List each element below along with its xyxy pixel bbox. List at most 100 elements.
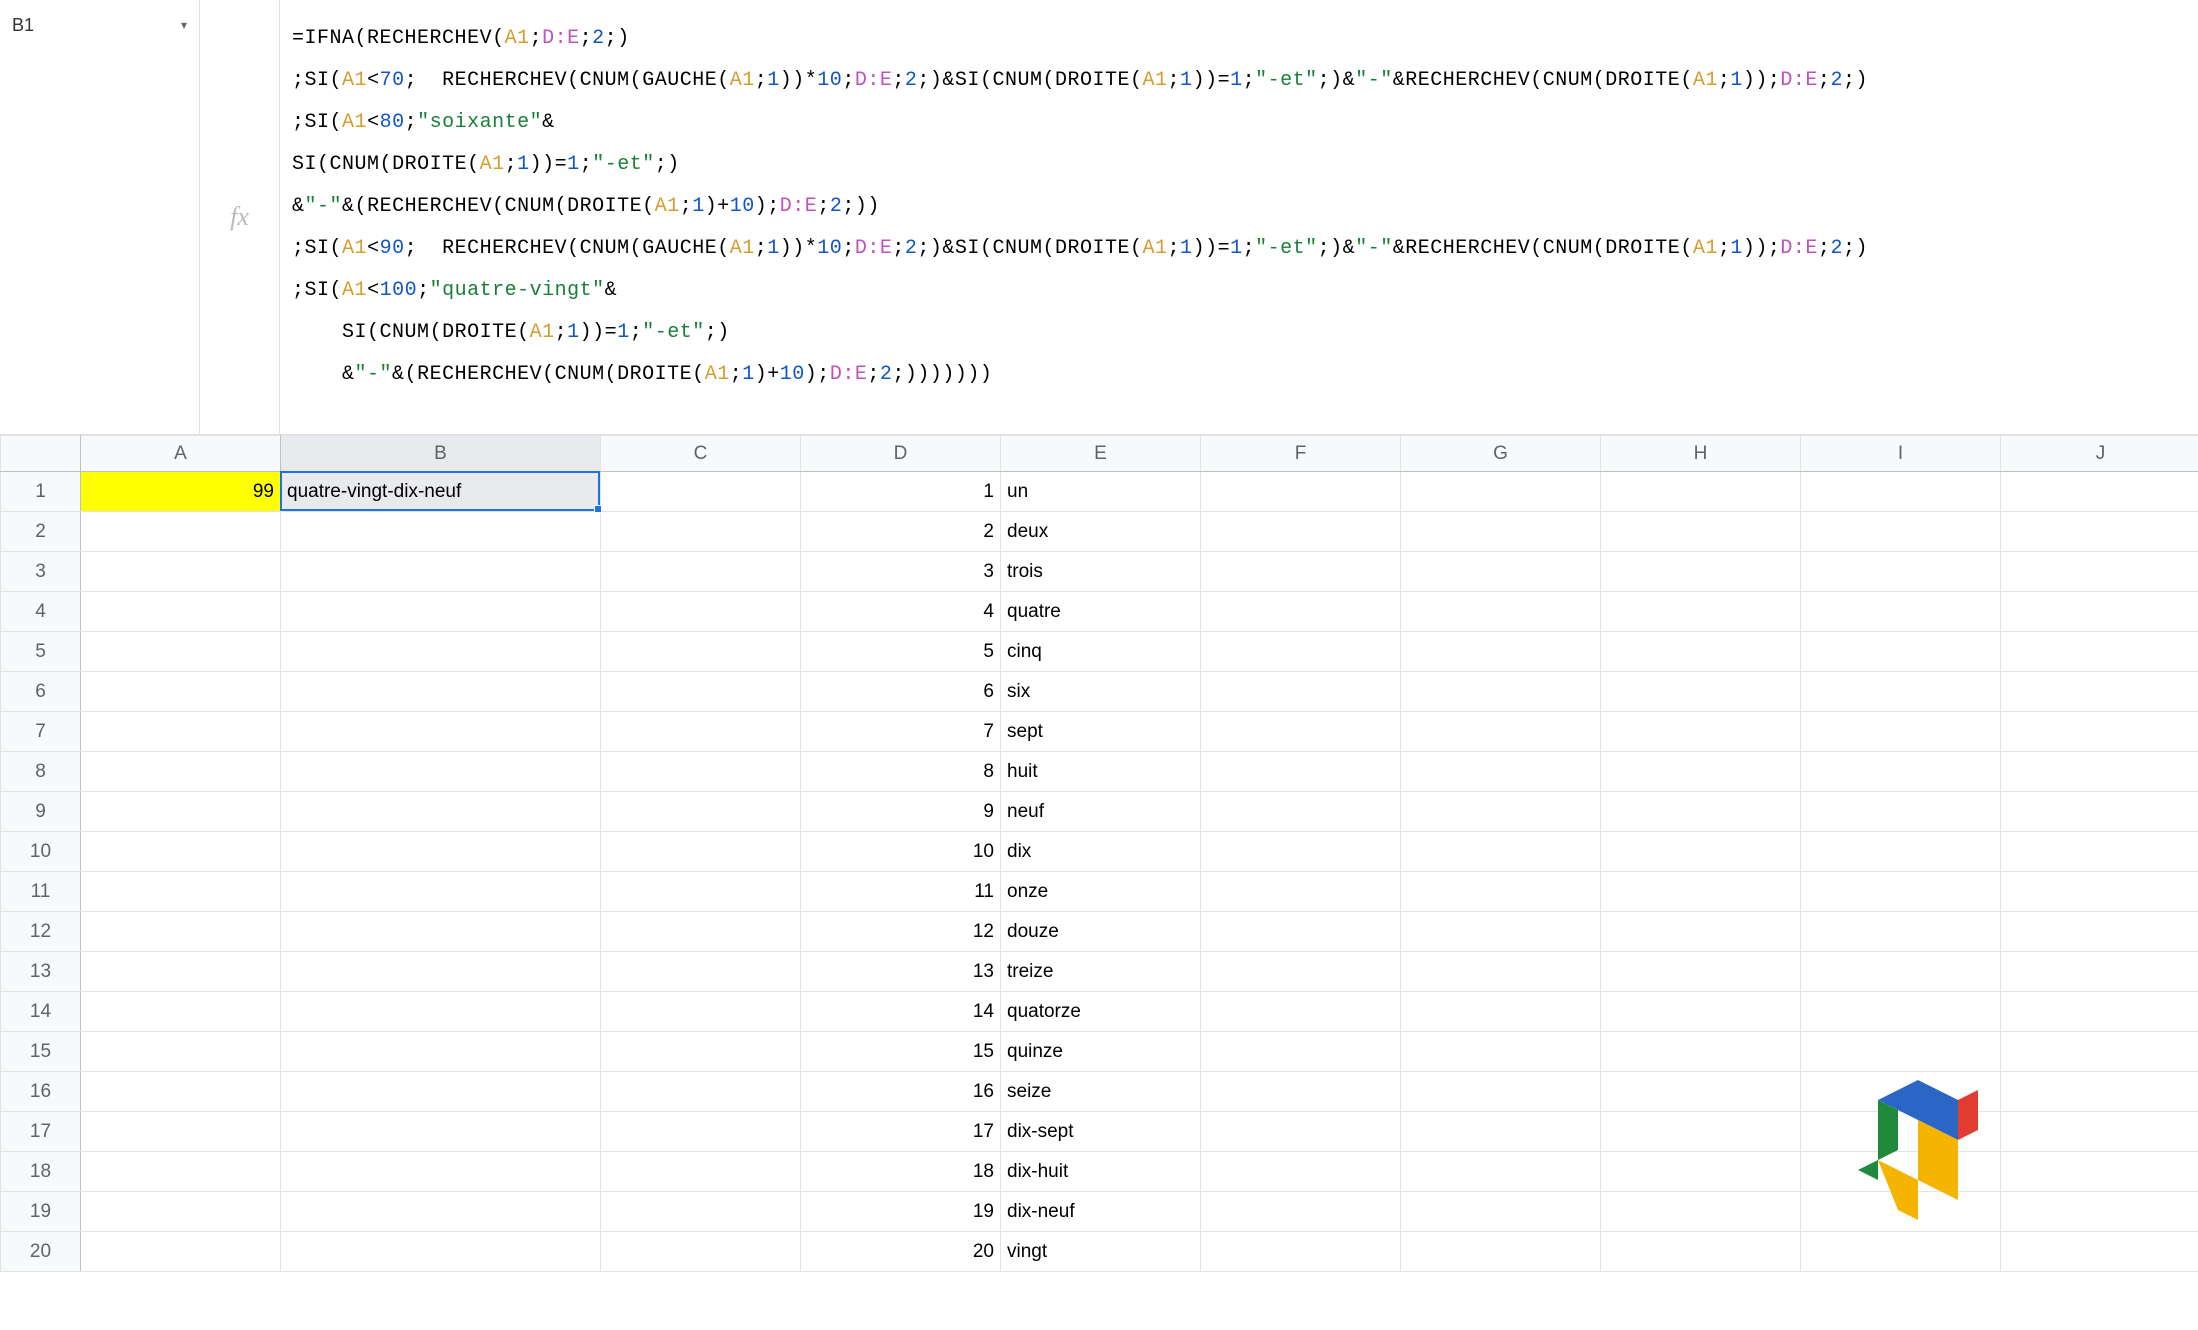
cell-a17[interactable]: [81, 1112, 281, 1152]
cell-d2[interactable]: 2: [801, 512, 1001, 552]
cell-b16[interactable]: [281, 1072, 601, 1112]
cell-h8[interactable]: [1601, 752, 1801, 792]
row-header[interactable]: 17: [1, 1112, 81, 1152]
cell-a6[interactable]: [81, 672, 281, 712]
cell-j9[interactable]: [2001, 792, 2198, 832]
cell-e12[interactable]: douze: [1001, 912, 1201, 952]
cell-e18[interactable]: dix-huit: [1001, 1152, 1201, 1192]
cell-h11[interactable]: [1601, 872, 1801, 912]
cell-g18[interactable]: [1401, 1152, 1601, 1192]
cell-c13[interactable]: [601, 952, 801, 992]
cell-h10[interactable]: [1601, 832, 1801, 872]
cell-j19[interactable]: [2001, 1192, 2198, 1232]
cell-d12[interactable]: 12: [801, 912, 1001, 952]
cell-f5[interactable]: [1201, 632, 1401, 672]
cell-c12[interactable]: [601, 912, 801, 952]
cell-e14[interactable]: quatorze: [1001, 992, 1201, 1032]
cell-f18[interactable]: [1201, 1152, 1401, 1192]
cell-j4[interactable]: [2001, 592, 2198, 632]
cell-f15[interactable]: [1201, 1032, 1401, 1072]
cell-h2[interactable]: [1601, 512, 1801, 552]
cell-g3[interactable]: [1401, 552, 1601, 592]
chevron-down-icon[interactable]: ▾: [181, 18, 187, 32]
cell-g8[interactable]: [1401, 752, 1601, 792]
cell-b14[interactable]: [281, 992, 601, 1032]
cell-e13[interactable]: treize: [1001, 952, 1201, 992]
row-header[interactable]: 3: [1, 552, 81, 592]
cell-g11[interactable]: [1401, 872, 1601, 912]
cell-d7[interactable]: 7: [801, 712, 1001, 752]
cell-a12[interactable]: [81, 912, 281, 952]
cell-h1[interactable]: [1601, 472, 1801, 512]
cell-h19[interactable]: [1601, 1192, 1801, 1232]
select-all-corner[interactable]: [1, 436, 81, 472]
cell-i12[interactable]: [1801, 912, 2001, 952]
cell-g10[interactable]: [1401, 832, 1601, 872]
column-header-i[interactable]: I: [1801, 436, 2001, 472]
cell-e11[interactable]: onze: [1001, 872, 1201, 912]
cell-e8[interactable]: huit: [1001, 752, 1201, 792]
cell-h14[interactable]: [1601, 992, 1801, 1032]
cell-i9[interactable]: [1801, 792, 2001, 832]
cell-j7[interactable]: [2001, 712, 2198, 752]
cell-j3[interactable]: [2001, 552, 2198, 592]
cell-b15[interactable]: [281, 1032, 601, 1072]
cell-g15[interactable]: [1401, 1032, 1601, 1072]
cell-d15[interactable]: 15: [801, 1032, 1001, 1072]
cell-j2[interactable]: [2001, 512, 2198, 552]
cell-h3[interactable]: [1601, 552, 1801, 592]
cell-h16[interactable]: [1601, 1072, 1801, 1112]
row-header[interactable]: 18: [1, 1152, 81, 1192]
cell-d14[interactable]: 14: [801, 992, 1001, 1032]
cell-b20[interactable]: [281, 1232, 601, 1272]
cell-e5[interactable]: cinq: [1001, 632, 1201, 672]
row-header[interactable]: 20: [1, 1232, 81, 1272]
cell-g13[interactable]: [1401, 952, 1601, 992]
cell-i10[interactable]: [1801, 832, 2001, 872]
cell-d16[interactable]: 16: [801, 1072, 1001, 1112]
cell-a13[interactable]: [81, 952, 281, 992]
row-header[interactable]: 4: [1, 592, 81, 632]
cell-e16[interactable]: seize: [1001, 1072, 1201, 1112]
cell-j16[interactable]: [2001, 1072, 2198, 1112]
cell-j17[interactable]: [2001, 1112, 2198, 1152]
cell-g6[interactable]: [1401, 672, 1601, 712]
cell-d13[interactable]: 13: [801, 952, 1001, 992]
cell-j12[interactable]: [2001, 912, 2198, 952]
cell-c18[interactable]: [601, 1152, 801, 1192]
cell-e20[interactable]: vingt: [1001, 1232, 1201, 1272]
cell-d19[interactable]: 19: [801, 1192, 1001, 1232]
cell-b18[interactable]: [281, 1152, 601, 1192]
cell-i5[interactable]: [1801, 632, 2001, 672]
cell-c1[interactable]: [601, 472, 801, 512]
row-header[interactable]: 13: [1, 952, 81, 992]
cell-f4[interactable]: [1201, 592, 1401, 632]
cell-d11[interactable]: 11: [801, 872, 1001, 912]
cell-d9[interactable]: 9: [801, 792, 1001, 832]
row-header[interactable]: 6: [1, 672, 81, 712]
column-header-h[interactable]: H: [1601, 436, 1801, 472]
cell-f11[interactable]: [1201, 872, 1401, 912]
cell-a4[interactable]: [81, 592, 281, 632]
cell-j6[interactable]: [2001, 672, 2198, 712]
cell-a15[interactable]: [81, 1032, 281, 1072]
formula-input[interactable]: =IFNA(RECHERCHEV(A1;D:E;2;);SI(A1<70; RE…: [280, 0, 2198, 434]
cell-a9[interactable]: [81, 792, 281, 832]
cell-d6[interactable]: 6: [801, 672, 1001, 712]
cell-e10[interactable]: dix: [1001, 832, 1201, 872]
cell-f8[interactable]: [1201, 752, 1401, 792]
cell-e4[interactable]: quatre: [1001, 592, 1201, 632]
cell-j14[interactable]: [2001, 992, 2198, 1032]
row-header[interactable]: 14: [1, 992, 81, 1032]
cell-c4[interactable]: [601, 592, 801, 632]
cell-e19[interactable]: dix-neuf: [1001, 1192, 1201, 1232]
column-header-d[interactable]: D: [801, 436, 1001, 472]
cell-b12[interactable]: [281, 912, 601, 952]
cell-h5[interactable]: [1601, 632, 1801, 672]
row-header[interactable]: 7: [1, 712, 81, 752]
cell-j15[interactable]: [2001, 1032, 2198, 1072]
cell-i2[interactable]: [1801, 512, 2001, 552]
cell-j1[interactable]: [2001, 472, 2198, 512]
cell-f1[interactable]: [1201, 472, 1401, 512]
cell-f16[interactable]: [1201, 1072, 1401, 1112]
